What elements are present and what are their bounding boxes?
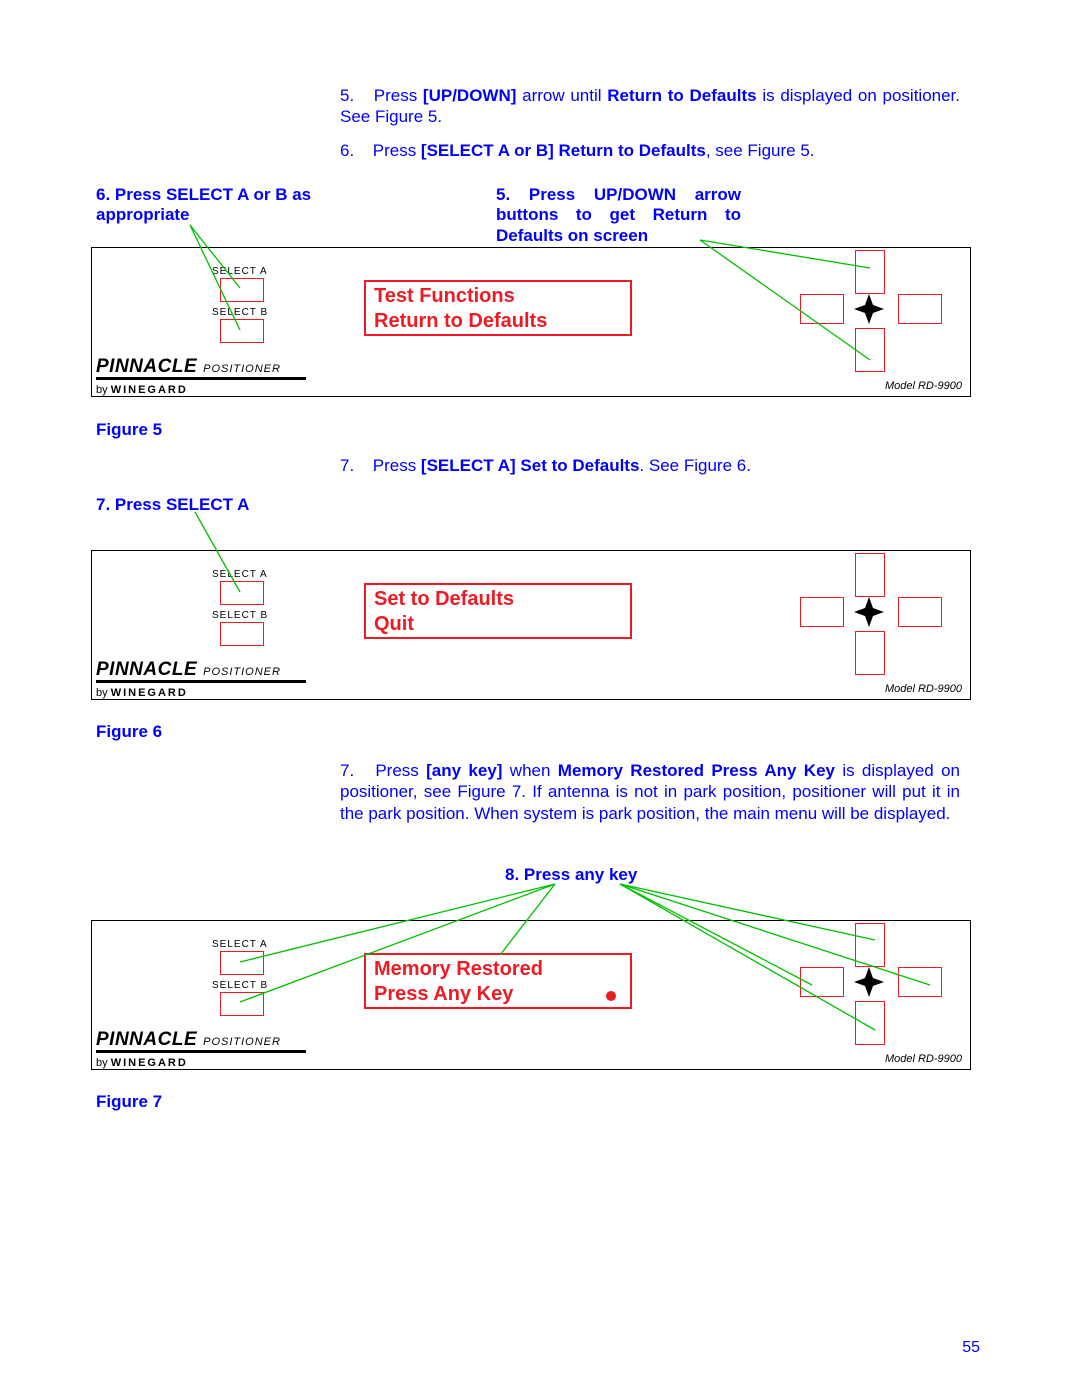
lcd-dot-icon (606, 991, 616, 1001)
dpad-right-button[interactable] (898, 294, 942, 324)
dpad-right-button[interactable] (898, 597, 942, 627)
dpad-center-icon (852, 965, 886, 999)
dpad-up-button[interactable] (855, 923, 885, 967)
brand-text: PINNACLEPOSITIONER (96, 356, 281, 378)
select-a-label: SELECT A (212, 939, 268, 950)
instruction-5: 5. Press [UP/DOWN] arrow until Return to… (340, 85, 960, 128)
callout-8: 8. Press any key (505, 865, 637, 885)
lcd-line-2: Quit (374, 612, 622, 637)
instruction-6: 6. Press [SELECT A or B] Return to Defau… (340, 140, 960, 161)
lcd-screen: Set to Defaults Quit (364, 583, 632, 639)
select-a-button[interactable] (220, 951, 264, 975)
brand-underline (96, 1050, 306, 1053)
caption-fig6: Figure 6 (96, 722, 162, 742)
caption-fig5: Figure 5 (96, 420, 162, 440)
by-winegard: by WINEGARD (96, 687, 188, 699)
brand-text: PINNACLEPOSITIONER (96, 1029, 281, 1051)
dpad-up-button[interactable] (855, 250, 885, 294)
caption-fig7: Figure 7 (96, 1092, 162, 1112)
lcd-line-2: Return to Defaults (374, 309, 622, 334)
device-panel-fig7: SELECT A SELECT B Memory Restored Press … (91, 920, 971, 1070)
brand-underline (96, 680, 306, 683)
model-label: Model RD-9900 (885, 1053, 962, 1065)
brand-underline (96, 377, 306, 380)
dpad-left-button[interactable] (800, 597, 844, 627)
dpad-left-button[interactable] (800, 967, 844, 997)
dpad (800, 553, 940, 673)
select-b-label: SELECT B (212, 307, 268, 318)
dpad-up-button[interactable] (855, 553, 885, 597)
select-a-label: SELECT A (212, 266, 268, 277)
select-b-button[interactable] (220, 319, 264, 343)
model-label: Model RD-9900 (885, 683, 962, 695)
model-label: Model RD-9900 (885, 380, 962, 392)
lcd-line-1: Set to Defaults (374, 587, 622, 612)
instruction-7a: 7. Press [SELECT A] Set to Defaults. See… (340, 455, 960, 476)
select-b-label: SELECT B (212, 610, 268, 621)
dpad-right-button[interactable] (898, 967, 942, 997)
select-a-button[interactable] (220, 581, 264, 605)
lcd-line-2: Press Any Key (374, 982, 622, 1007)
dpad-center-icon (852, 292, 886, 326)
select-b-button[interactable] (220, 622, 264, 646)
callout-7: 7. Press SELECT A (96, 495, 249, 515)
device-panel-fig5: SELECT A SELECT B Test Functions Return … (91, 247, 971, 397)
instruction-7b: 7. Press [any key] when Memory Restored … (340, 760, 960, 824)
lcd-line-1: Memory Restored (374, 957, 622, 982)
dpad-down-button[interactable] (855, 1001, 885, 1045)
lcd-line-1: Test Functions (374, 284, 622, 309)
callout-6: 6. Press SELECT A or B as appropriate (96, 185, 341, 226)
brand-text: PINNACLEPOSITIONER (96, 659, 281, 681)
callout-5: 5. Press UP/DOWN arrow buttons to get Re… (496, 185, 741, 246)
lcd-screen: Memory Restored Press Any Key (364, 953, 632, 1009)
dpad-left-button[interactable] (800, 294, 844, 324)
select-b-label: SELECT B (212, 980, 268, 991)
select-a-button[interactable] (220, 278, 264, 302)
device-panel-fig6: SELECT A SELECT B Set to Defaults Quit P… (91, 550, 971, 700)
dpad (800, 923, 940, 1043)
by-winegard: by WINEGARD (96, 384, 188, 396)
by-winegard: by WINEGARD (96, 1057, 188, 1069)
dpad-down-button[interactable] (855, 328, 885, 372)
select-a-label: SELECT A (212, 569, 268, 580)
dpad-center-icon (852, 595, 886, 629)
lcd-screen: Test Functions Return to Defaults (364, 280, 632, 336)
page-number: 55 (962, 1339, 980, 1357)
dpad (800, 250, 940, 370)
select-b-button[interactable] (220, 992, 264, 1016)
dpad-down-button[interactable] (855, 631, 885, 675)
